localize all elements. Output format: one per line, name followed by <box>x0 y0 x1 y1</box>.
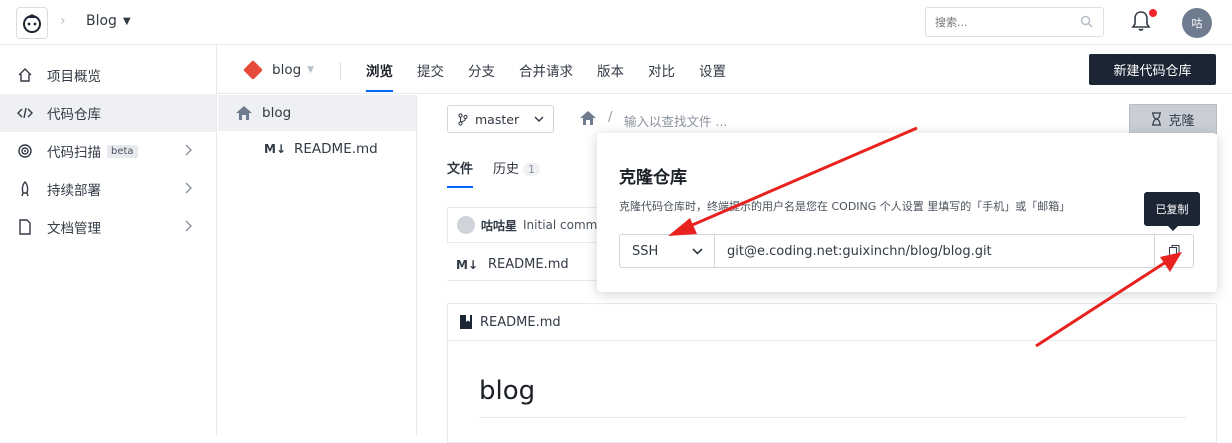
tree-root-label: blog <box>262 105 292 121</box>
copy-button[interactable] <box>1154 234 1194 268</box>
clone-url-field[interactable]: git@e.coding.net:guixinchn/blog/blog.git <box>715 234 1155 268</box>
scan-icon <box>16 142 34 160</box>
chevron-right-icon <box>185 220 192 232</box>
readme-filename: README.md <box>480 314 561 330</box>
tree-root[interactable]: blog <box>218 95 416 131</box>
file-tree: blog M↓ README.md <box>218 95 417 435</box>
chevron-right-icon: › <box>60 13 66 29</box>
repo-nav: blog ▼ 浏览 提交 分支 合并请求 版本 对比 设置 新建代码仓库 <box>218 45 1232 94</box>
repo-tabs: 浏览 提交 分支 合并请求 版本 对比 设置 <box>366 60 726 92</box>
book-icon <box>460 315 472 329</box>
sidebar-item-code-scan[interactable]: 代码扫描 beta <box>0 132 216 170</box>
tree-file-label: README.md <box>294 141 378 157</box>
sidebar: 项目概览 代码仓库 代码扫描 beta 持续部署 文档管理 <box>0 45 217 435</box>
sidebar-item-overview[interactable]: 项目概览 <box>0 56 216 94</box>
history-count: 1 <box>523 163 541 176</box>
sidebar-item-label: 持续部署 <box>47 183 101 199</box>
avatar <box>457 216 475 234</box>
repo-selector[interactable]: blog ▼ <box>243 60 315 80</box>
readme-title: blog <box>479 376 536 406</box>
popup-description: 克隆代码仓库时，终端提示的用户名是您在 CODING 个人设置 里填写的「手机」… <box>619 200 1071 213</box>
readme-header: README.md <box>448 304 1216 341</box>
file-tabs: 文件 历史 1 <box>447 158 541 188</box>
sidebar-item-label: 项目概览 <box>47 69 101 85</box>
tab-history-label: 历史 <box>493 162 520 177</box>
caret-down-icon: ▼ <box>307 65 315 75</box>
notification-dot <box>1149 9 1157 17</box>
tab-branches[interactable]: 分支 <box>468 60 495 92</box>
tree-file[interactable]: M↓ README.md <box>218 131 416 167</box>
sidebar-item-label: 代码仓库 <box>47 107 101 123</box>
tab-merge-requests[interactable]: 合并请求 <box>519 60 573 92</box>
copied-tooltip: 已复制 <box>1144 192 1200 231</box>
home-icon <box>16 66 34 84</box>
copy-icon <box>1168 245 1179 257</box>
tab-commits[interactable]: 提交 <box>417 60 444 92</box>
file-row[interactable]: M↓ README.md <box>447 249 607 281</box>
sidebar-item-label: 代码扫描 <box>47 145 101 161</box>
tab-settings[interactable]: 设置 <box>699 60 726 92</box>
clone-popup: 克隆仓库 克隆代码仓库时，终端提示的用户名是您在 CODING 个人设置 里填写… <box>597 133 1217 292</box>
path-separator: / <box>608 110 613 125</box>
protocol-select[interactable]: SSH <box>619 234 715 268</box>
tab-compare[interactable]: 对比 <box>648 60 675 92</box>
branch-icon <box>458 112 468 126</box>
branch-name: master <box>475 111 520 127</box>
clone-label: 克隆 <box>1168 113 1195 129</box>
project-name: Blog <box>86 13 117 29</box>
sidebar-item-deploy[interactable]: 持续部署 <box>0 170 216 208</box>
chevron-right-icon <box>185 182 192 194</box>
chevron-down-icon <box>534 116 544 122</box>
home-icon[interactable] <box>580 111 596 125</box>
commit-message[interactable]: Initial comm <box>523 218 597 232</box>
chevron-down-icon <box>692 247 703 255</box>
avatar[interactable]: 咕 <box>1182 8 1212 38</box>
home-icon <box>236 106 252 120</box>
popup-title: 克隆仓库 <box>619 168 687 188</box>
tab-browse[interactable]: 浏览 <box>366 60 393 92</box>
latest-commit: 咕咕星 Initial comm <box>447 207 607 243</box>
git-icon <box>243 60 263 80</box>
search-icon <box>1080 15 1093 28</box>
commit-author[interactable]: 咕咕星 <box>481 217 517 234</box>
divider <box>479 417 1186 418</box>
sidebar-item-docs[interactable]: 文档管理 <box>0 208 216 246</box>
bell-icon[interactable] <box>1131 10 1151 32</box>
global-search[interactable] <box>925 7 1104 37</box>
sidebar-item-label: 文档管理 <box>47 221 101 237</box>
path-search-input[interactable]: 输入以查找文件 ... <box>624 111 727 130</box>
divider <box>340 62 341 80</box>
hourglass-icon <box>1152 112 1162 126</box>
search-input[interactable] <box>935 8 1075 36</box>
readme-panel: README.md blog <box>447 303 1217 443</box>
beta-badge: beta <box>107 144 138 158</box>
tab-files[interactable]: 文件 <box>447 158 474 188</box>
repo-name: blog <box>272 62 302 78</box>
top-bar: › Blog ▼ 咕 <box>0 0 1232 45</box>
coding-logo-icon[interactable] <box>16 7 48 39</box>
clone-button[interactable]: 克隆 <box>1129 104 1217 134</box>
tab-releases[interactable]: 版本 <box>597 60 624 92</box>
tab-history[interactable]: 历史 1 <box>493 158 541 188</box>
project-selector[interactable]: Blog ▼ <box>86 13 131 29</box>
branch-selector[interactable]: master <box>447 105 554 133</box>
protocol-value: SSH <box>632 243 659 259</box>
markdown-icon: M↓ <box>264 142 286 156</box>
new-repo-button[interactable]: 新建代码仓库 <box>1089 54 1216 85</box>
markdown-icon: M↓ <box>456 257 478 272</box>
rocket-icon <box>16 180 34 198</box>
chevron-right-icon <box>185 144 192 156</box>
file-row-label: README.md <box>488 257 569 272</box>
caret-down-icon: ▼ <box>122 15 131 27</box>
document-icon <box>16 218 34 236</box>
code-icon <box>16 104 34 122</box>
sidebar-item-repository[interactable]: 代码仓库 <box>0 94 216 132</box>
